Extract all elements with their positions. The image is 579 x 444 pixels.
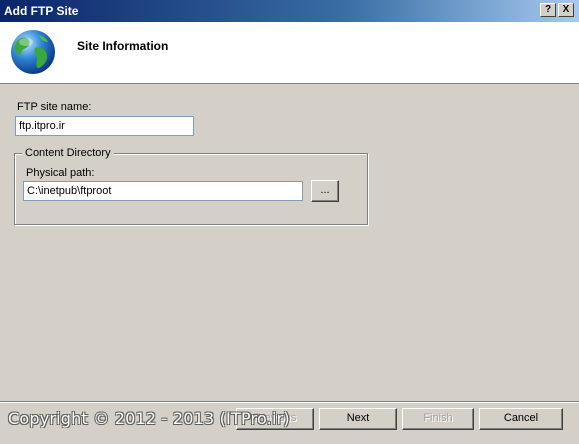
cancel-button[interactable]: Cancel <box>479 408 563 430</box>
title-bar: Add FTP Site ? X <box>0 0 579 22</box>
physical-path-input[interactable]: C:\inetpub\ftproot <box>23 181 303 201</box>
next-button[interactable]: Next <box>319 408 397 430</box>
content-directory-label: Content Directory <box>22 147 114 159</box>
wizard-header: Site Information <box>0 22 579 84</box>
help-button[interactable]: ? <box>540 3 556 17</box>
browse-button[interactable]: ... <box>311 180 339 202</box>
close-button[interactable]: X <box>558 3 574 17</box>
footer-separator <box>0 401 579 403</box>
globe-icon <box>11 30 55 74</box>
site-name-label: FTP site name: <box>17 101 92 113</box>
window-title: Add FTP Site <box>4 4 79 18</box>
page-title: Site Information <box>77 39 169 53</box>
physical-path-label: Physical path: <box>26 167 95 179</box>
finish-button[interactable]: Finish <box>402 408 474 430</box>
previous-button[interactable]: Previous <box>236 408 314 430</box>
site-name-input[interactable]: ftp.itpro.ir <box>15 116 194 136</box>
